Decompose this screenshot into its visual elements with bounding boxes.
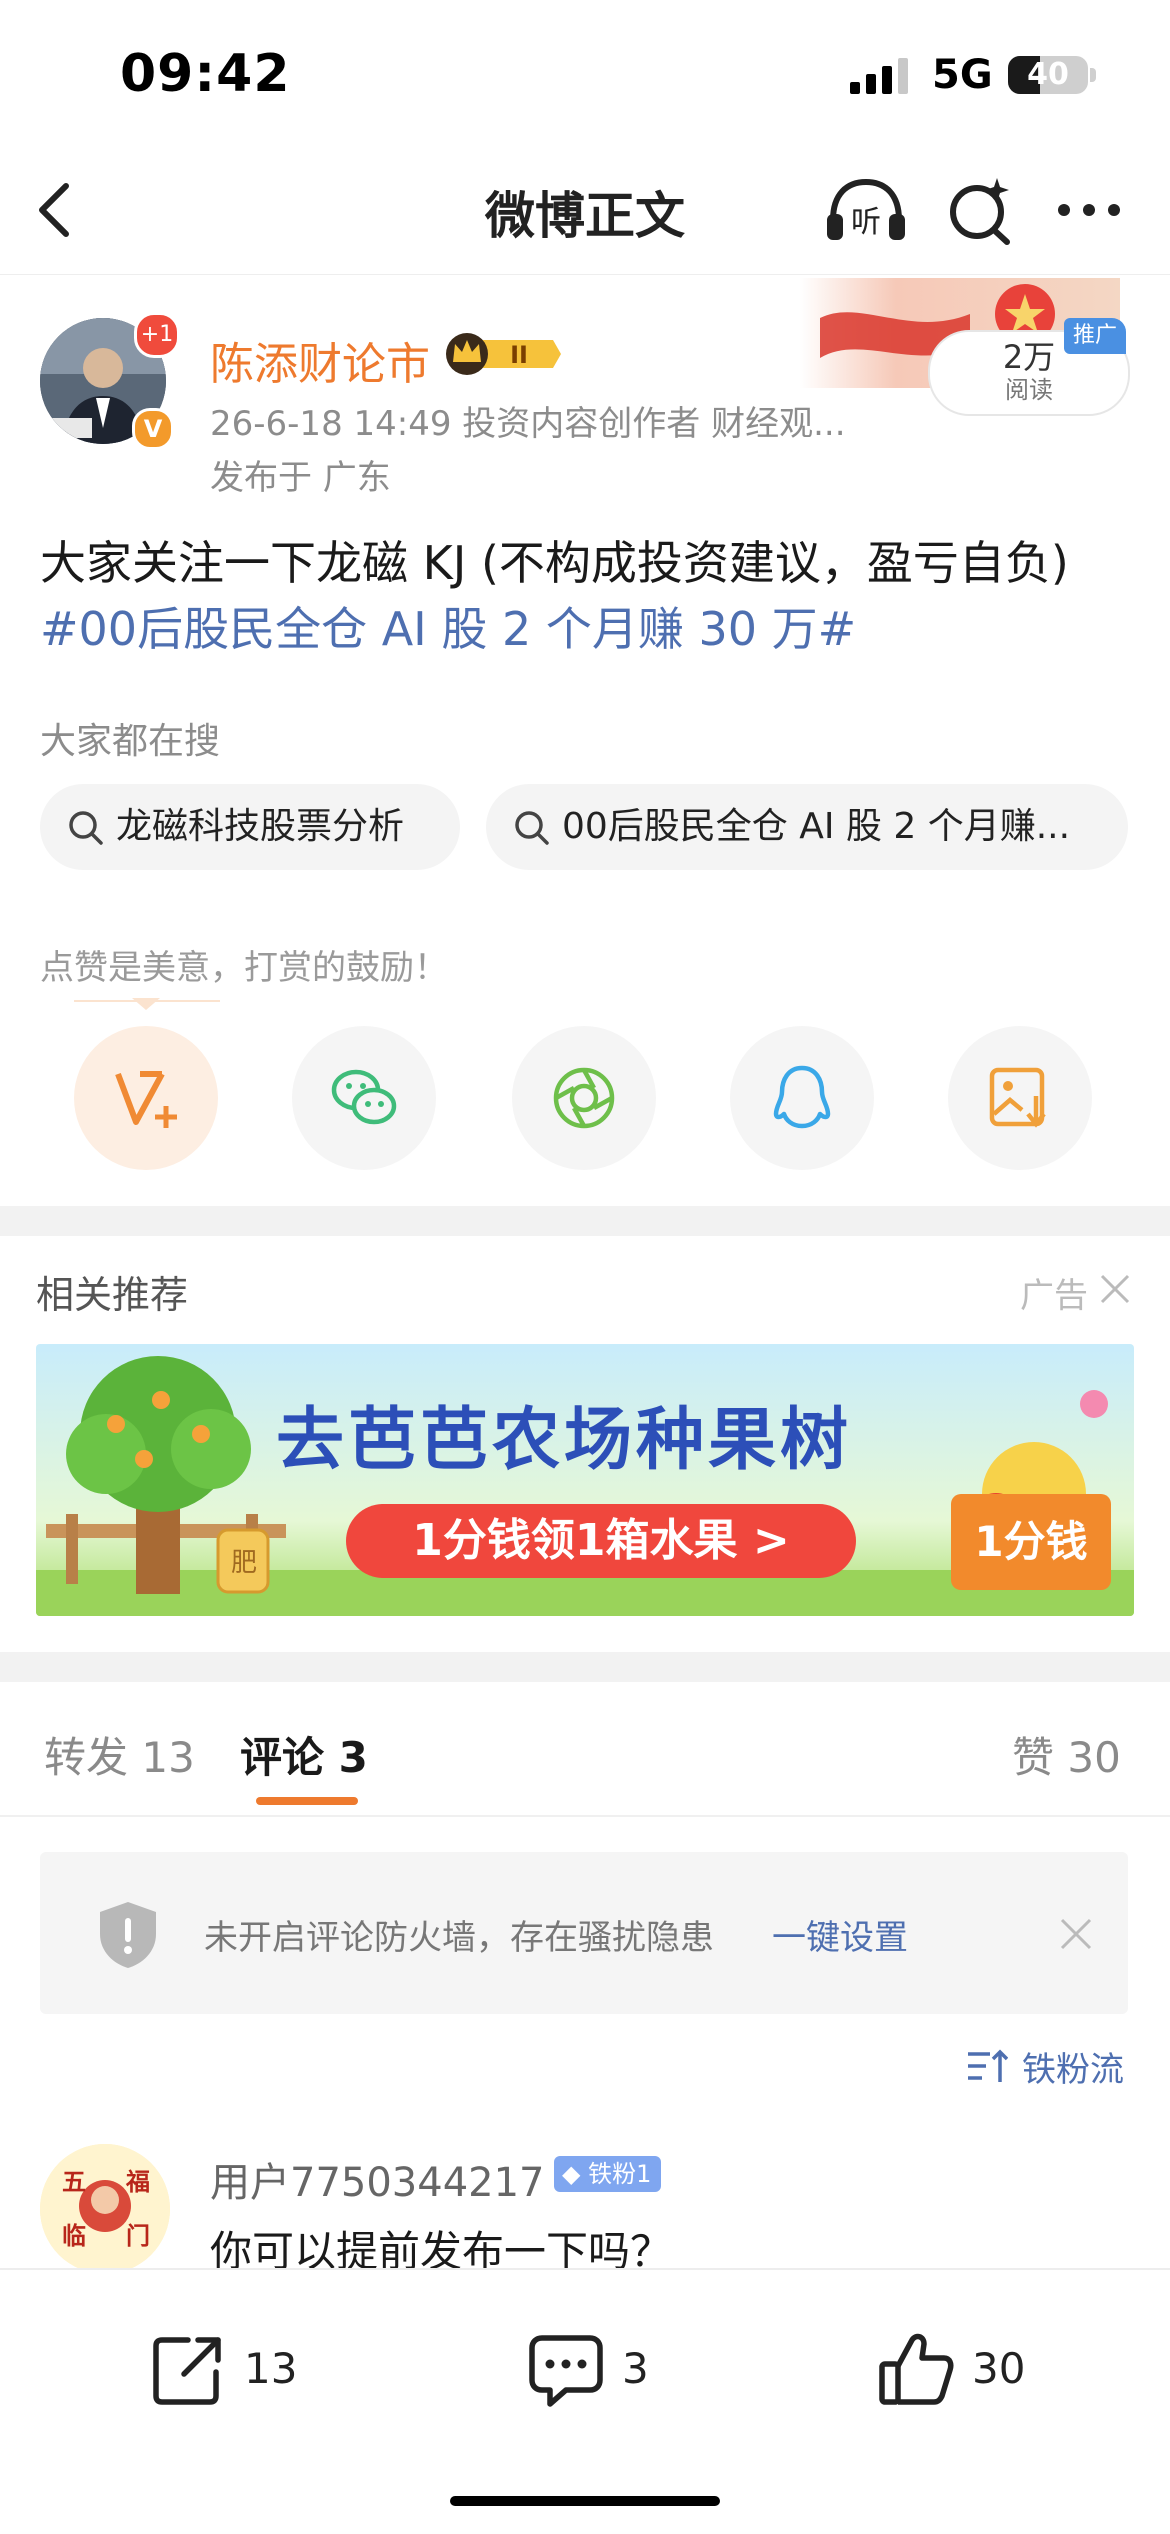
post-content: 大家关注一下龙磁 KJ (不构成投资建议，盈亏自负) #00后股民全仓 AI 股…: [40, 530, 1140, 662]
share-qq-button[interactable]: [730, 1026, 874, 1170]
repost-icon: [153, 2337, 221, 2405]
status-time: 09:42: [120, 44, 291, 104]
signal-icon: [850, 58, 908, 94]
avatar-char: 门: [126, 2222, 150, 2250]
section-title-recommend: 相关推荐: [36, 1273, 189, 1317]
active-tab-indicator: [256, 1797, 358, 1805]
post-text: 大家关注一下龙磁 KJ (不构成投资建议，盈亏自负): [40, 536, 1069, 590]
read-label: 阅读: [1005, 376, 1053, 404]
battery-tip: [1090, 68, 1096, 82]
verified-badge-icon: V: [132, 408, 174, 450]
commenter-name[interactable]: 用户7750344217: [210, 2150, 545, 2208]
fortune-avatar-art: 五 福 临 门: [40, 2144, 170, 2274]
firewall-text: 未开启评论防火墙，存在骚扰隐患: [204, 1918, 714, 1958]
comment-icon: [529, 2335, 603, 2407]
reward-hint: 点赞是美意，打赏的鼓励！: [40, 948, 448, 988]
tab-comment[interactable]: 评论 3: [240, 1724, 368, 1785]
thumbs-up-icon: [879, 2333, 954, 2405]
save-image-button[interactable]: [948, 1026, 1092, 1170]
ad-title: 去芭芭农场种果树: [276, 1401, 853, 1480]
post-meta: 26-6-18 14:49 投资内容创作者 财经观...: [210, 404, 846, 444]
qq-icon: [773, 1065, 831, 1129]
bottom-action-bar: 13 3 30: [0, 2268, 1170, 2534]
battery-percent: 40: [1027, 57, 1069, 92]
refresh-sparkle-icon[interactable]: [945, 174, 1015, 246]
promo-tag: 推广: [1064, 318, 1126, 354]
crown-level-badge-icon[interactable]: II: [445, 330, 561, 378]
search-chip-1[interactable]: 龙磁科技股票分析: [40, 784, 460, 870]
avatar-char: 临: [62, 2222, 86, 2250]
search-icon: [515, 811, 549, 845]
firewall-setup-link[interactable]: 一键设置: [772, 1910, 908, 1959]
avatar-char: 五: [62, 2168, 86, 2196]
moments-icon: [553, 1067, 615, 1129]
share-wechat-button[interactable]: [292, 1026, 436, 1170]
shield-icon: [100, 1902, 156, 1968]
fan-badge-label: 铁粉1: [588, 2160, 652, 2188]
section-divider: [0, 1206, 1170, 1236]
status-bar: 09:42 5G 40: [0, 0, 1170, 150]
svg-text:听: 听: [851, 205, 881, 240]
post-location: 发布于 广东: [210, 458, 391, 498]
reward-vplus-button[interactable]: [74, 1026, 218, 1170]
ad-banner[interactable]: 去芭芭农场种果树 1分钱领1箱水果 > 1分钱 肥: [36, 1344, 1134, 1616]
ad-close-icon[interactable]: [1098, 1272, 1132, 1306]
wechat-icon: [331, 1069, 397, 1125]
tab-divider: [0, 1815, 1170, 1817]
repost-count: 13: [244, 2344, 298, 2393]
post-hashtag[interactable]: #00后股民全仓 AI 股 2 个月赚 30 万#: [40, 596, 1140, 662]
listen-headphones-icon[interactable]: 听: [823, 174, 909, 246]
level-badge-text: II: [510, 341, 528, 369]
tab-like[interactable]: 赞 30: [1012, 1724, 1121, 1785]
commenter-avatar[interactable]: 五 福 临 门: [40, 2144, 170, 2274]
search-heading: 大家都在搜: [40, 721, 221, 762]
like-count: 30: [972, 2344, 1026, 2393]
search-chip-2[interactable]: 00后股民全仓 AI 股 2 个月赚...: [486, 784, 1128, 870]
ad-label: 广告: [1020, 1276, 1088, 1316]
author-name[interactable]: 陈添财论市: [210, 328, 430, 392]
comment-count: 3: [622, 2344, 649, 2393]
more-dots-icon[interactable]: [1054, 174, 1124, 246]
sort-icon: [968, 2049, 1008, 2082]
reward-pointer: [132, 998, 160, 1010]
avatar-char: 福: [125, 2168, 150, 2196]
search-chip-label: 00后股民全仓 AI 股 2 个月赚...: [562, 806, 1071, 847]
comment-firewall-notice: 未开启评论防火墙，存在骚扰隐患 一键设置: [40, 1852, 1128, 2014]
fan-badge: ◆ 铁粉1: [554, 2156, 662, 2192]
network-label: 5G: [932, 52, 993, 98]
ad-cta-button[interactable]: 1分钱领1箱水果 >: [346, 1504, 856, 1578]
share-moments-button[interactable]: [512, 1026, 656, 1170]
notification-badge: +1: [134, 312, 180, 358]
battery-icon: 40: [1008, 56, 1088, 94]
save-image-icon: [989, 1067, 1046, 1128]
search-icon: [69, 811, 103, 845]
home-indicator[interactable]: [450, 2496, 720, 2506]
section-divider: [0, 1652, 1170, 1682]
tab-repost[interactable]: 转发 13: [44, 1724, 195, 1785]
ad-price-box: 1分钱: [951, 1494, 1111, 1590]
close-icon[interactable]: [1056, 1914, 1096, 1954]
nav-bar: 微博正文 听: [0, 150, 1170, 275]
ad-fertilizer-label: 肥: [230, 1548, 257, 1578]
search-chip-label: 龙磁科技股票分析: [116, 806, 405, 847]
sort-label: 铁粉流: [1022, 2050, 1124, 2090]
v-plus-icon: [115, 1071, 177, 1128]
